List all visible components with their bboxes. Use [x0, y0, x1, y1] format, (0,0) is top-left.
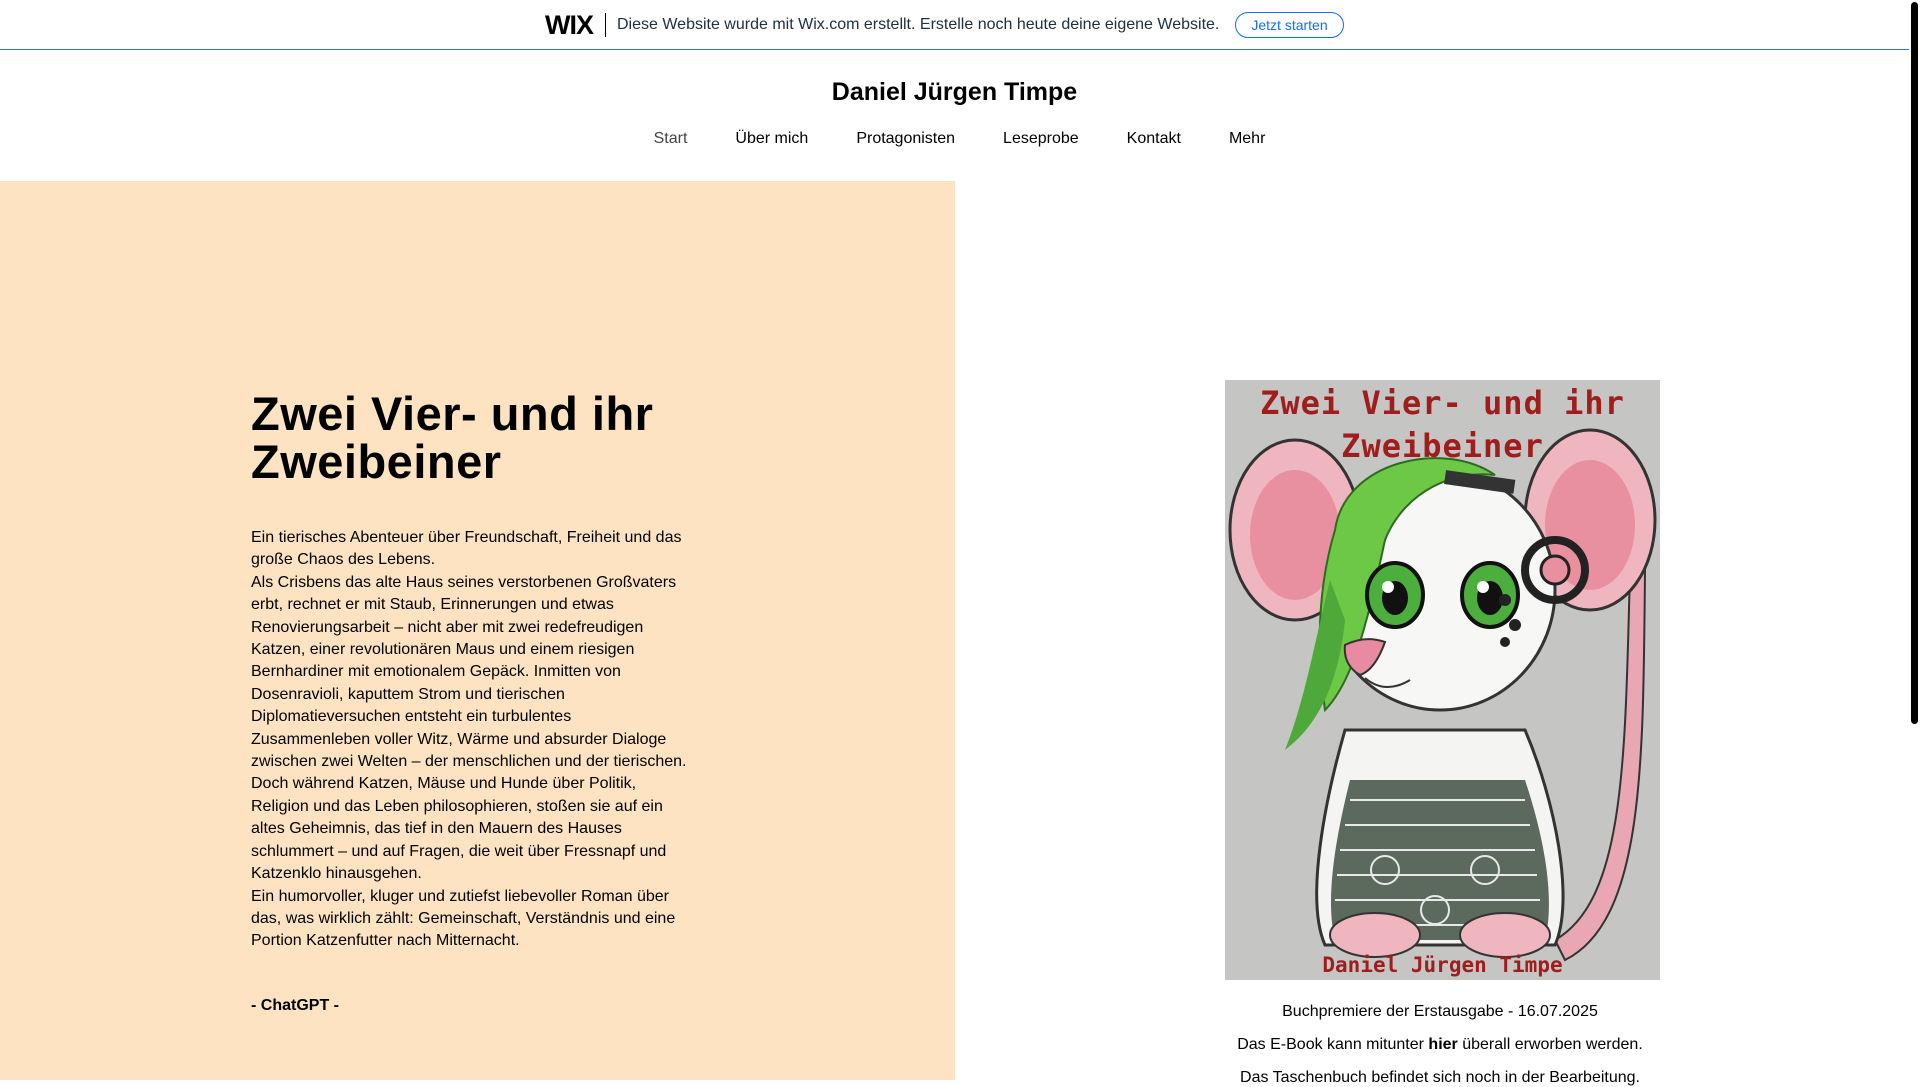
premiere-caption: Buchpremiere der Erstausgabe - 16.07.202… — [1282, 1003, 1598, 1020]
cover-title: Zwei Vier- und ihr Zweibeiner — [1225, 382, 1660, 468]
ebook-caption-before: Das E-Book kann mitunter — [1237, 1036, 1429, 1053]
scrollbar-thumb[interactable] — [1911, 2, 1918, 724]
nav-item-reading-sample[interactable]: Leseprobe — [979, 128, 1103, 150]
book-title: Zwei Vier- und ihr Zweibeiner — [251, 390, 711, 486]
nav-item-protagonists[interactable]: Protagonisten — [832, 128, 979, 150]
nav-item-contact[interactable]: Kontakt — [1103, 128, 1205, 150]
nav-item-more[interactable]: Mehr — [1205, 128, 1289, 150]
ebook-link[interactable]: hier — [1428, 1036, 1457, 1053]
cover-illustration — [1228, 428, 1657, 962]
book-cover-image: Zwei Vier- und ihr Zweibeiner Daniel Jür… — [1225, 380, 1660, 980]
ebook-caption-after: überall erworben werden. — [1457, 1036, 1643, 1053]
wix-banner-content: WIX Diese Website wurde mit Wix.com erst… — [545, 0, 1344, 49]
book-description: Ein tierisches Abenteuer über Freundscha… — [251, 527, 691, 953]
description-paragraph: Ein tierisches Abenteuer über Freundscha… — [251, 529, 682, 569]
cover-author: Daniel Jürgen Timpe — [1322, 953, 1563, 977]
paperback-caption: Das Taschenbuch befindet sich noch in de… — [1240, 1069, 1640, 1086]
description-paragraph: Ein humorvoller, kluger und zutiefst lie… — [251, 887, 676, 950]
cover-title-line-2: Zweibeiner — [1341, 427, 1544, 465]
description-paragraph: Doch während Katzen, Mäuse und Hunde übe… — [251, 775, 667, 883]
get-started-button[interactable]: Jetzt starten — [1235, 11, 1344, 38]
description-signature: - ChatGPT - — [251, 997, 339, 1014]
book-title-line-2: Zweibeiner — [251, 435, 502, 488]
wix-banner-text: Diese Website wurde mit Wix.com erstellt… — [617, 15, 1220, 33]
wix-logo[interactable]: WIX — [545, 11, 606, 38]
wix-banner: WIX Diese Website wurde mit Wix.com erst… — [0, 0, 1909, 50]
cover-title-line-1: Zwei Vier- und ihr — [1260, 384, 1625, 422]
nav-item-start[interactable]: Start — [630, 128, 712, 150]
nav-item-about[interactable]: Über mich — [711, 128, 832, 150]
description-paragraph: Als Crisbens das alte Haus seines versto… — [251, 573, 687, 771]
ebook-caption: Das E-Book kann mitunter hier überall er… — [1160, 1036, 1720, 1054]
main-nav: Start Über mich Protagonisten Leseprobe … — [0, 128, 1909, 150]
site-title[interactable]: Daniel Jürgen Timpe — [0, 78, 1909, 107]
book-title-line-1: Zwei Vier- und ihr — [251, 387, 654, 440]
